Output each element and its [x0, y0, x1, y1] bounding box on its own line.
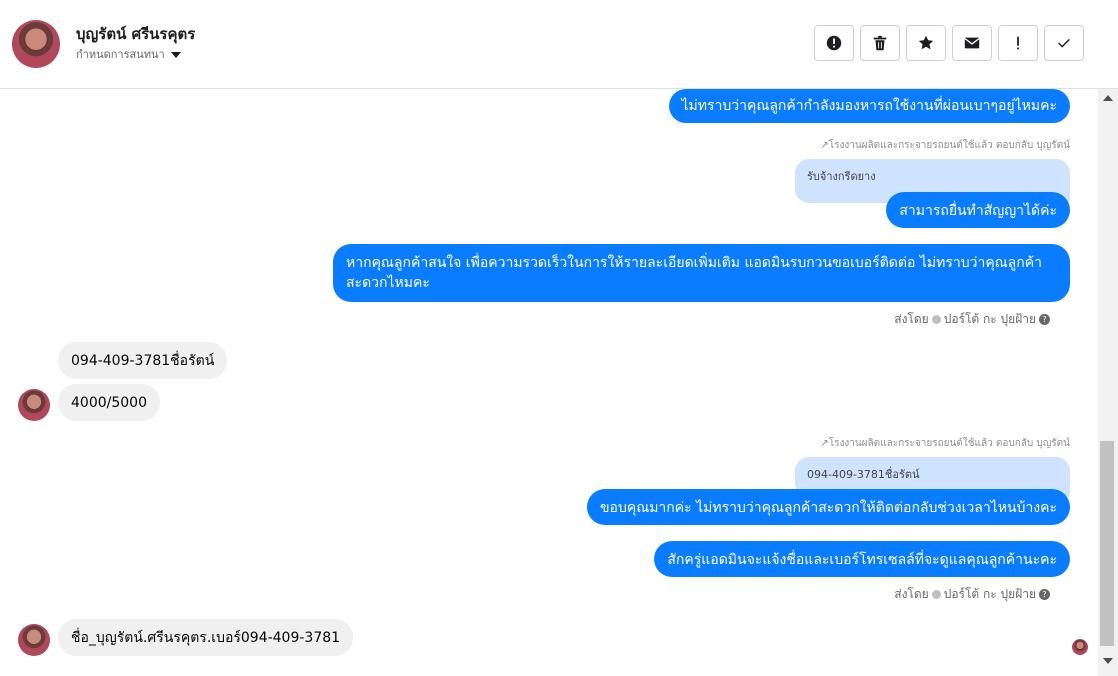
conversation-header: บุญรัตน์ ศรีนรคุตร กำหนดการสนทนา [0, 0, 1118, 89]
outgoing-message[interactable]: สามารถยื่นทำสัญญาได้ค่ะ [886, 192, 1070, 228]
incoming-message[interactable]: ชื่อ_บุญรัตน์.ศรีนรคุตร.เบอร์094-409-378… [58, 619, 354, 656]
chat-scrollbar[interactable] [1098, 89, 1118, 676]
seen-indicator-avatar [1072, 639, 1088, 655]
header-actions [814, 25, 1084, 61]
help-icon[interactable]: ? [1039, 589, 1050, 600]
caret-down-icon [170, 52, 181, 58]
delete-button[interactable] [860, 25, 900, 61]
sender-name[interactable]: ปอร์โต้ กะ ปุยฝ้าย [944, 587, 1036, 601]
incoming-message[interactable]: 094-409-3781ชื่อรัตน์ [58, 342, 228, 379]
help-icon[interactable]: ? [1039, 314, 1050, 325]
sender-name[interactable]: ปอร์โต้ กะ ปุยฝ้าย [944, 312, 1036, 326]
reply-meta: ↗โรงงานผลิตและกระจายรถยนต์ใช้แล้ว ตอบกลั… [820, 140, 1070, 151]
sent-by: ส่งโดย ปอร์โต้ กะ ปุยฝ้าย? [894, 310, 1050, 329]
check-icon [1058, 38, 1070, 48]
exclamation-icon [1017, 36, 1019, 50]
scroll-up-arrow-icon[interactable] [1103, 95, 1113, 101]
star-button[interactable] [906, 25, 946, 61]
outgoing-message[interactable]: หากคุณลูกค้าสนใจ เพื่อความรวดเร็วในการให… [333, 244, 1070, 302]
sent-by: ส่งโดย ปอร์โต้ กะ ปุยฝ้าย? [894, 585, 1050, 604]
contact-avatar[interactable] [12, 20, 60, 68]
outgoing-message[interactable]: ไม่ทราบว่าคุณลูกค้ากำลังมองหารถใช้งานที่… [668, 89, 1070, 123]
contact-name[interactable]: บุญรัตน์ ศรีนรคุตร [76, 22, 195, 46]
trash-icon [873, 35, 887, 51]
verified-icon [931, 590, 941, 599]
verified-icon [931, 315, 941, 324]
outgoing-message[interactable]: สักครู่แอดมินจะแจ้งชื่อและเบอร์โทรเซลล์ท… [654, 541, 1070, 577]
conversation-status-label: กำหนดการสนทนา [76, 48, 165, 61]
conversation-status-dropdown[interactable]: กำหนดการสนทนา [76, 45, 181, 63]
important-button[interactable] [998, 25, 1038, 61]
scroll-down-arrow-icon[interactable] [1103, 658, 1113, 664]
star-icon [918, 35, 934, 50]
done-button[interactable] [1044, 25, 1084, 61]
message-thread[interactable]: ไม่ทราบว่าคุณลูกค้ากำลังมองหารถใช้งานที่… [0, 89, 1098, 676]
reply-meta: ↗โรงงานผลิตและกระจายรถยนต์ใช้แล้ว ตอบกลั… [820, 438, 1070, 449]
outgoing-message[interactable]: ขอบคุณมากค่ะ ไม่ทราบว่าคุณลูกค้าสะดวกให้… [586, 489, 1070, 525]
reply-arrow-icon: ↗ [820, 438, 829, 449]
envelope-icon [964, 37, 980, 49]
contact-avatar-small[interactable] [18, 624, 50, 656]
contact-avatar-small[interactable] [18, 389, 50, 421]
incoming-message[interactable]: 4000/5000 [58, 384, 160, 421]
alert-circle-button[interactable] [814, 25, 854, 61]
alert-circle-icon [826, 35, 842, 51]
scrollbar-thumb[interactable] [1100, 441, 1114, 646]
reply-arrow-icon: ↗ [820, 140, 829, 151]
mail-button[interactable] [952, 25, 992, 61]
